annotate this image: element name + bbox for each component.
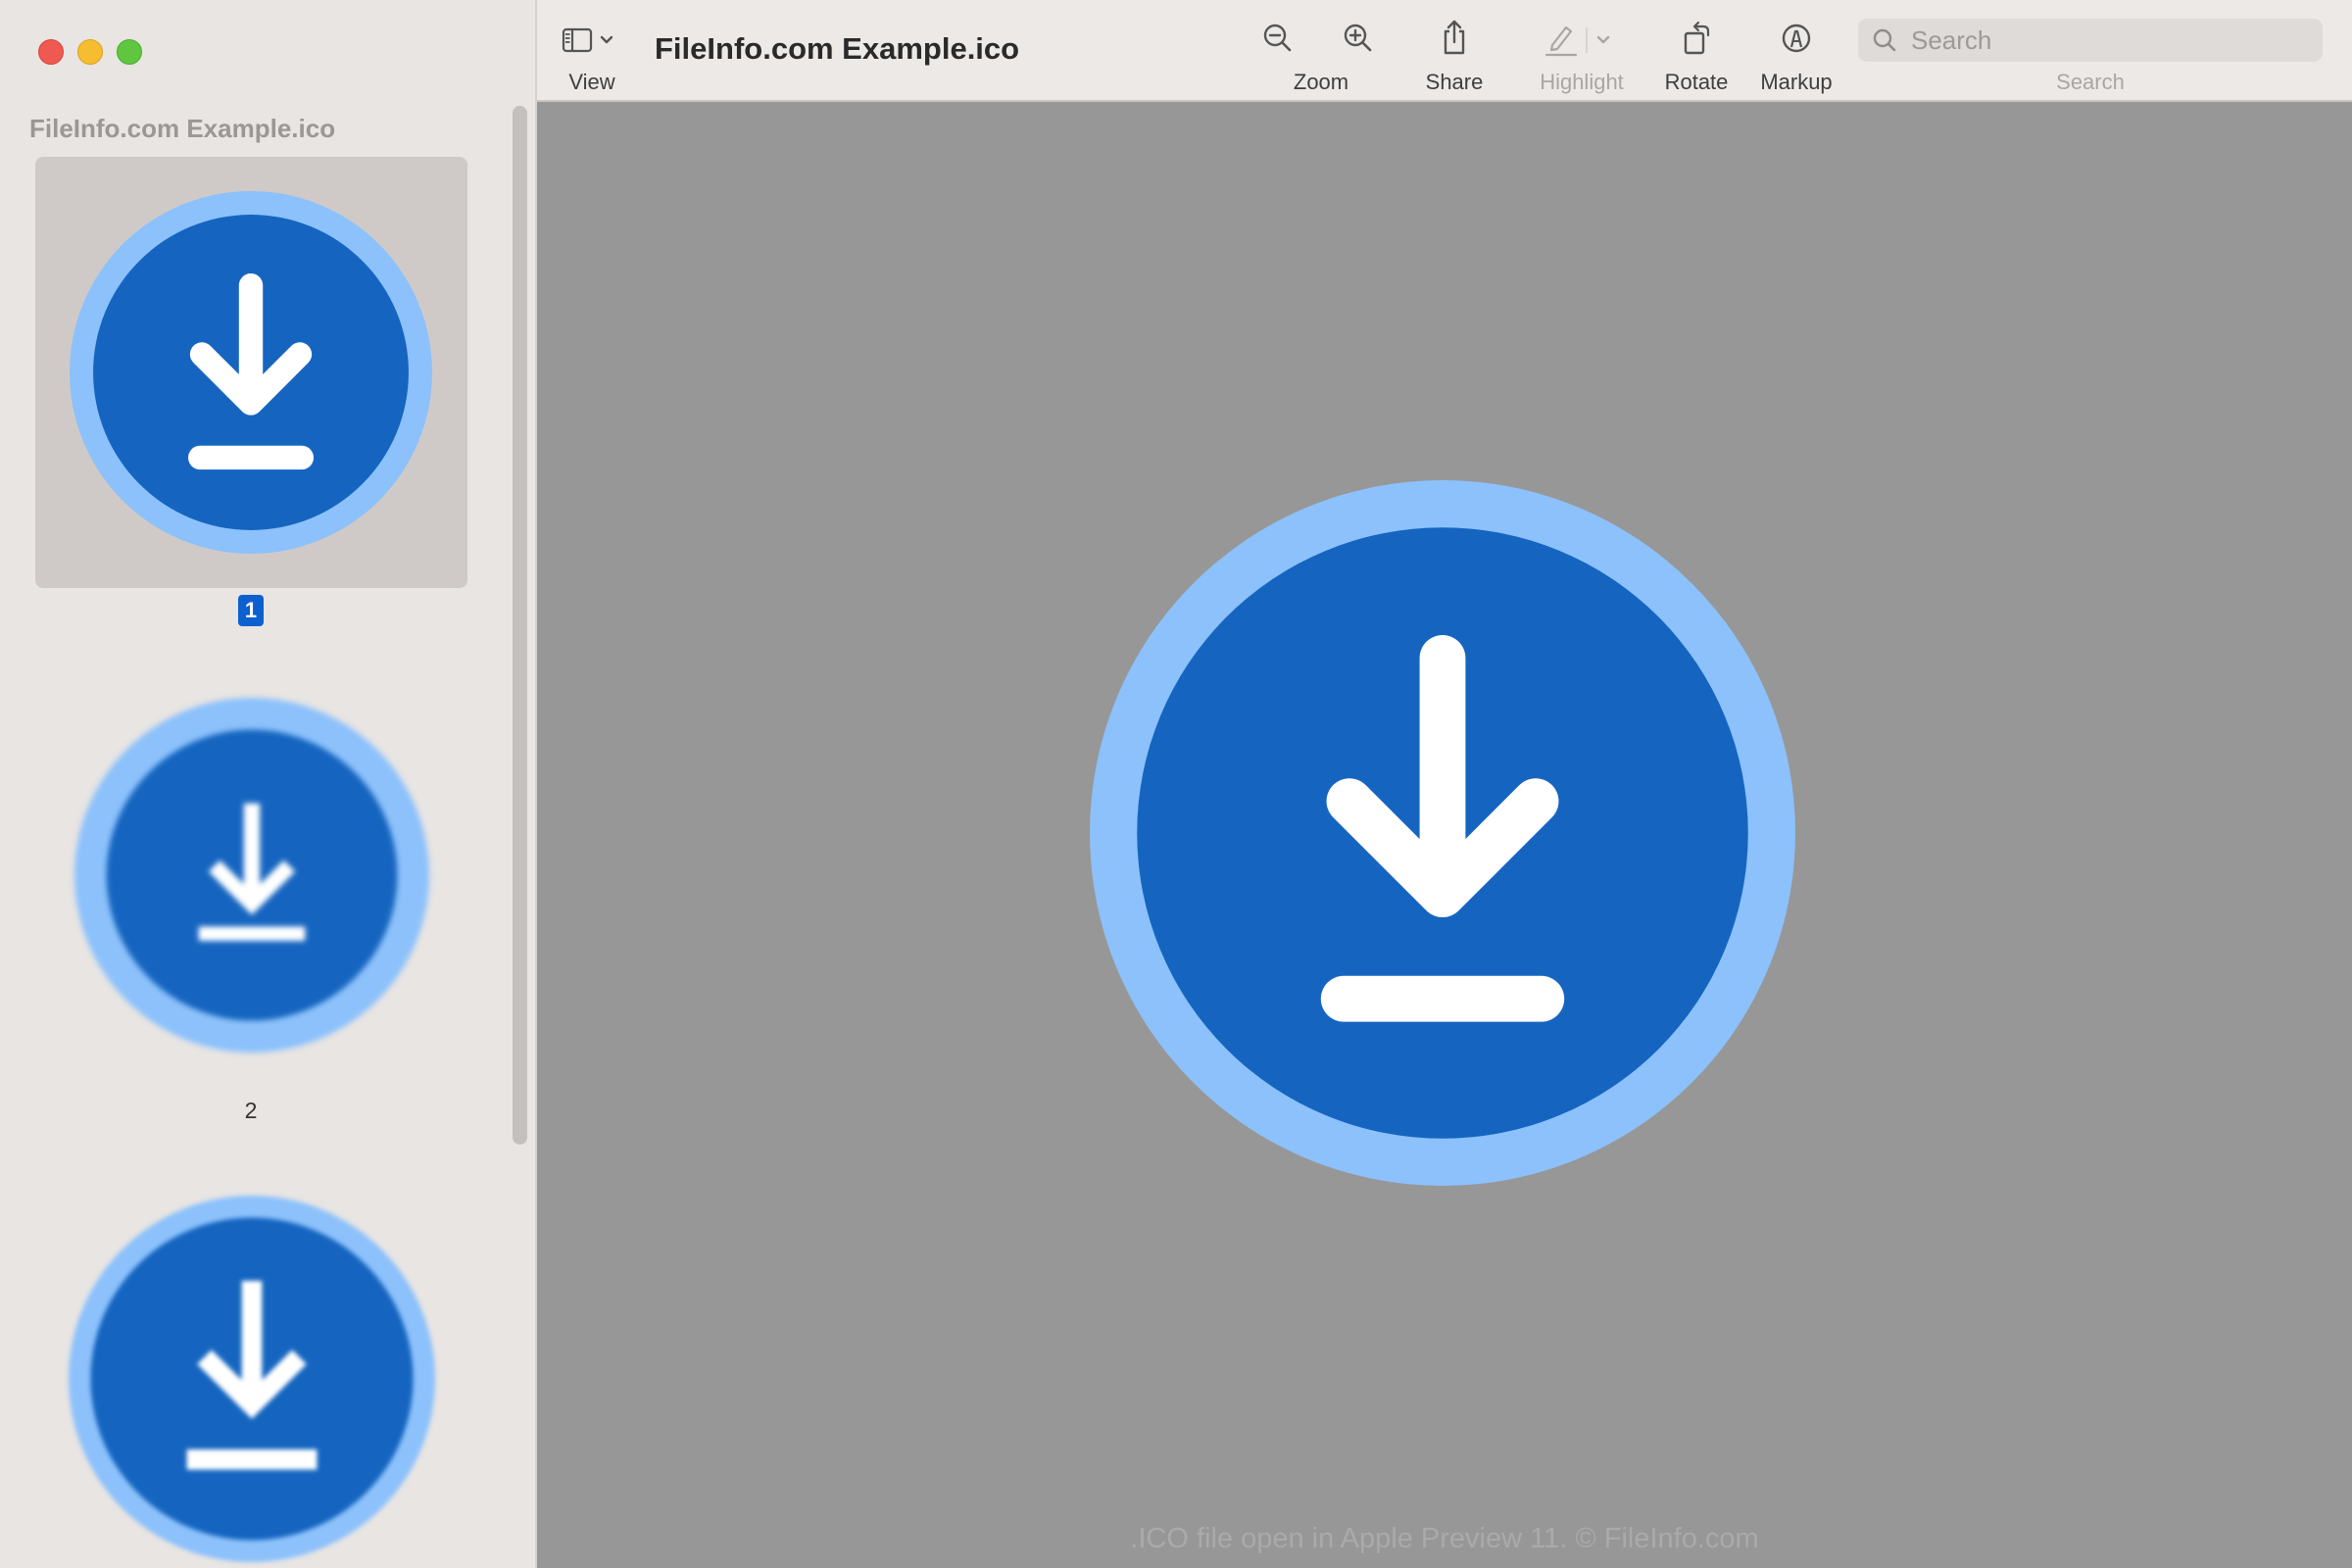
- page-number-badge-1: 1: [238, 595, 264, 626]
- document-canvas[interactable]: .ICO file open in Apple Preview 11. © Fi…: [537, 102, 2352, 1568]
- page-number-2: 2: [244, 1098, 258, 1123]
- highlight-button[interactable]: [1541, 20, 1629, 59]
- page-thumbnail-2[interactable]: [74, 698, 429, 1053]
- search-icon: [1873, 28, 1896, 52]
- markup-label: Markup: [1760, 70, 1833, 94]
- highlight-label: Highlight: [1540, 70, 1624, 94]
- chevron-down-icon: [600, 35, 613, 44]
- close-window-button[interactable]: [38, 39, 64, 65]
- share-icon: [1444, 20, 1465, 55]
- page-thumbnail-1[interactable]: [70, 191, 432, 554]
- zoom-out-icon: [1263, 24, 1292, 52]
- page-thumbnail-3[interactable]: [69, 1196, 435, 1562]
- zoom-window-button[interactable]: [117, 39, 142, 65]
- rotate-icon: [1684, 21, 1710, 55]
- sidebar-document-title: FileInfo.com Example.ico: [29, 114, 336, 143]
- chevron-down-icon: [1596, 35, 1610, 44]
- view-button[interactable]: [561, 20, 623, 61]
- search-field[interactable]: [1858, 19, 2323, 62]
- zoom-in-button[interactable]: [1342, 22, 1375, 55]
- zoom-label: Zoom: [1293, 70, 1349, 94]
- preview-window: FileInfo.com Example.ico 1 2 View FileIn…: [0, 0, 2352, 1568]
- minimize-window-button[interactable]: [77, 39, 103, 65]
- markup-icon: [1782, 24, 1811, 53]
- rotate-button[interactable]: [1680, 18, 1715, 57]
- share-button[interactable]: [1440, 18, 1469, 57]
- sidebar-toggle-icon: [562, 27, 593, 53]
- watermark-caption: .ICO file open in Apple Preview 11. © Fi…: [1130, 1523, 1759, 1554]
- search-label: Search: [2056, 70, 2125, 94]
- thumbnail-sidebar: FileInfo.com Example.ico 1 2: [0, 0, 537, 1568]
- rotate-label: Rotate: [1664, 70, 1729, 94]
- document-title: FileInfo.com Example.ico: [655, 31, 1020, 66]
- zoom-in-icon: [1344, 24, 1372, 52]
- download-icon: [1090, 480, 1795, 1186]
- share-label: Share: [1425, 70, 1484, 94]
- toolbar: View FileInfo.com Example.ico Zoom Share…: [537, 0, 2352, 102]
- highlight-pen-icon: [1544, 25, 1578, 57]
- zoom-out-button[interactable]: [1261, 22, 1295, 55]
- search-input[interactable]: [1911, 19, 2303, 62]
- sidebar-scrollbar[interactable]: [513, 106, 527, 1145]
- markup-button[interactable]: [1780, 22, 1813, 55]
- view-label: View: [568, 70, 615, 94]
